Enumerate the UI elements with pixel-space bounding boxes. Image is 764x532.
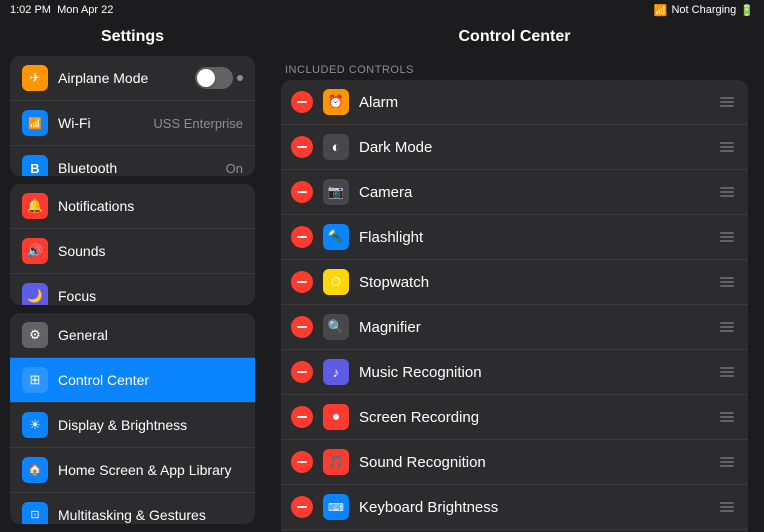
remove-magnifier-button[interactable] — [291, 316, 313, 338]
remove-flashlight-button[interactable] — [291, 226, 313, 248]
flashlight-icon: 🔦 — [323, 224, 349, 250]
charging-status: Not Charging — [671, 4, 736, 16]
magnifier-drag-handle[interactable] — [716, 318, 738, 336]
keyboard-brightness-icon: ⌨ — [323, 494, 349, 520]
remove-music-recognition-button[interactable] — [291, 361, 313, 383]
status-bar: 1:02 PM Mon Apr 22 📶 Not Charging 🔋 — [0, 0, 764, 20]
remove-sound-recognition-button[interactable] — [291, 451, 313, 473]
display-brightness-icon: ☀ — [22, 412, 48, 438]
dark-mode-icon: ◐ — [323, 134, 349, 160]
sidebar-item-wifi[interactable]: 📶 Wi-Fi USS Enterprise — [10, 101, 255, 146]
sidebar-item-airplane-mode[interactable]: ✈ Airplane Mode — [10, 56, 255, 101]
control-item-flashlight: 🔦 Flashlight — [281, 215, 748, 260]
sidebar-section-notifications: 🔔 Notifications 🔊 Sounds 🌙 Focus ⏱ Scree… — [10, 184, 255, 304]
sidebar: Settings ✈ Airplane Mode 📶 Wi-Fi USS Ent… — [0, 20, 265, 532]
camera-icon: 📷 — [323, 179, 349, 205]
control-item-camera: 📷 Camera — [281, 170, 748, 215]
airplane-toggle[interactable] — [195, 67, 243, 89]
sidebar-item-home-screen[interactable]: 🏠 Home Screen & App Library — [10, 448, 255, 493]
notifications-icon: 🔔 — [22, 193, 48, 219]
screen-recording-drag-handle[interactable] — [716, 408, 738, 426]
control-item-alarm: ⏰ Alarm — [281, 80, 748, 125]
remove-stopwatch-button[interactable] — [291, 271, 313, 293]
alarm-drag-handle[interactable] — [716, 93, 738, 111]
sidebar-item-focus[interactable]: 🌙 Focus — [10, 274, 255, 304]
home-screen-icon: 🏠 — [22, 457, 48, 483]
general-icon: ⚙ — [22, 322, 48, 348]
control-item-stopwatch: ⏱ Stopwatch — [281, 260, 748, 305]
sidebar-item-multitasking[interactable]: ⊡ Multitasking & Gestures — [10, 493, 255, 524]
sidebar-item-general[interactable]: ⚙ General — [10, 313, 255, 358]
focus-icon: 🌙 — [22, 283, 48, 304]
control-item-screen-recording: ⏺ Screen Recording — [281, 395, 748, 440]
sounds-icon: 🔊 — [22, 238, 48, 264]
sidebar-section-connectivity: ✈ Airplane Mode 📶 Wi-Fi USS Enterprise B… — [10, 56, 255, 176]
remove-screen-recording-button[interactable] — [291, 406, 313, 428]
sidebar-title: Settings — [0, 20, 265, 56]
included-section-label: INCLUDED CONTROLS — [281, 56, 748, 80]
sidebar-item-notifications[interactable]: 🔔 Notifications — [10, 184, 255, 229]
remove-camera-button[interactable] — [291, 181, 313, 203]
sidebar-item-sounds[interactable]: 🔊 Sounds — [10, 229, 255, 274]
alarm-icon: ⏰ — [323, 89, 349, 115]
sidebar-section-general: ⚙ General ⊞ Control Center ☀ Display & B… — [10, 313, 255, 524]
control-item-music-recognition: ♪ Music Recognition — [281, 350, 748, 395]
airplane-mode-icon: ✈ — [22, 65, 48, 91]
magnifier-icon: 🔍 — [323, 314, 349, 340]
wifi-icon: 📶 — [654, 4, 668, 17]
remove-keyboard-brightness-button[interactable] — [291, 496, 313, 518]
sound-recognition-drag-handle[interactable] — [716, 453, 738, 471]
stopwatch-drag-handle[interactable] — [716, 273, 738, 291]
airplane-dot — [237, 75, 243, 81]
included-controls-list: ⏰ Alarm ◐ Dark Mode 📷 Camera 🔦 — [281, 80, 748, 532]
flashlight-drag-handle[interactable] — [716, 228, 738, 246]
control-item-dark-mode: ◐ Dark Mode — [281, 125, 748, 170]
keyboard-brightness-drag-handle[interactable] — [716, 498, 738, 516]
remove-dark-mode-button[interactable] — [291, 136, 313, 158]
sound-recognition-icon: 🎵 — [323, 449, 349, 475]
battery-icon: 🔋 — [740, 4, 754, 17]
dark-mode-drag-handle[interactable] — [716, 138, 738, 156]
control-item-keyboard-brightness: ⌨ Keyboard Brightness — [281, 485, 748, 530]
music-recognition-drag-handle[interactable] — [716, 363, 738, 381]
bluetooth-icon: B — [22, 155, 48, 176]
stopwatch-icon: ⏱ — [323, 269, 349, 295]
control-item-magnifier: 🔍 Magnifier — [281, 305, 748, 350]
content-area: Control Center INCLUDED CONTROLS ⏰ Alarm… — [265, 20, 764, 532]
camera-drag-handle[interactable] — [716, 183, 738, 201]
music-recognition-icon: ♪ — [323, 359, 349, 385]
remove-alarm-button[interactable] — [291, 91, 313, 113]
multitasking-icon: ⊡ — [22, 502, 48, 524]
screen-recording-icon: ⏺ — [323, 404, 349, 430]
sidebar-item-control-center[interactable]: ⊞ Control Center — [10, 358, 255, 403]
control-center-icon: ⊞ — [22, 367, 48, 393]
control-item-sound-recognition: 🎵 Sound Recognition — [281, 440, 748, 485]
sidebar-item-display-brightness[interactable]: ☀ Display & Brightness — [10, 403, 255, 448]
wifi-icon: 📶 — [22, 110, 48, 136]
airplane-toggle-switch[interactable] — [195, 67, 233, 89]
content-title: Control Center — [281, 20, 748, 56]
sidebar-item-bluetooth[interactable]: B Bluetooth On — [10, 146, 255, 176]
status-time: 1:02 PM Mon Apr 22 — [10, 4, 113, 16]
